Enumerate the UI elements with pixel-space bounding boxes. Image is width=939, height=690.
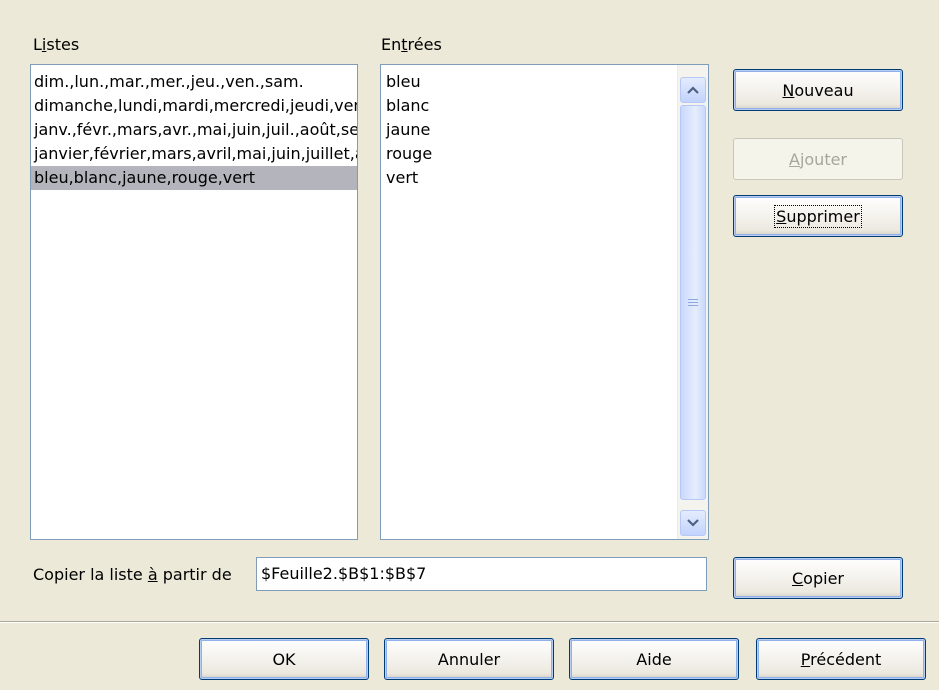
entrees-item[interactable]: vert <box>381 166 675 190</box>
copy-from-label: Copier la liste à partir de <box>33 565 232 584</box>
entrees-scrollbar[interactable] <box>677 65 708 539</box>
ok-button[interactable]: OK <box>199 638 369 680</box>
listes-item[interactable]: dim.,lun.,mar.,mer.,jeu.,ven.,sam. <box>31 70 357 94</box>
listes-item[interactable]: bleu,blanc,jaune,rouge,vert <box>31 166 357 190</box>
nouveau-button[interactable]: Nouveau <box>733 69 903 111</box>
entrees-item[interactable]: rouge <box>381 142 675 166</box>
listes-label: Listes <box>33 35 80 54</box>
supprimer-button[interactable]: Supprimer <box>733 195 903 237</box>
scroll-up-button[interactable] <box>680 77 706 103</box>
copier-button[interactable]: Copier <box>733 557 903 599</box>
grip-icon <box>688 298 698 307</box>
chevron-down-icon <box>687 519 699 527</box>
listes-item[interactable]: janv.,févr.,mars,avr.,mai,juin,juil.,aoû… <box>31 118 357 142</box>
chevron-up-icon <box>687 86 699 94</box>
entrees-item[interactable]: blanc <box>381 94 675 118</box>
ajouter-button[interactable]: Ajouter <box>733 138 903 180</box>
entrees-item[interactable]: jaune <box>381 118 675 142</box>
listes-listbox[interactable]: dim.,lun.,mar.,mer.,jeu.,ven.,sam. dimanc… <box>30 64 358 540</box>
entrees-listbox[interactable]: bleu blanc jaune rouge vert <box>380 64 709 540</box>
entrees-item[interactable]: bleu <box>381 70 675 94</box>
entrees-label: Entrées <box>381 35 442 54</box>
listes-item[interactable]: janvier,février,mars,avril,mai,juin,juil… <box>31 142 357 166</box>
separator-highlight <box>0 622 939 623</box>
annuler-button[interactable]: Annuler <box>384 638 554 680</box>
listes-item[interactable]: dimanche,lundi,mardi,mercredi,jeudi,vend… <box>31 94 357 118</box>
precedent-button[interactable]: Précédent <box>756 638 926 680</box>
scroll-thumb[interactable] <box>680 105 706 500</box>
copy-from-field[interactable]: $Feuille2.$B$1:$B$7 <box>256 557 707 591</box>
aide-button[interactable]: Aide <box>569 638 739 680</box>
scroll-down-button[interactable] <box>680 510 706 536</box>
